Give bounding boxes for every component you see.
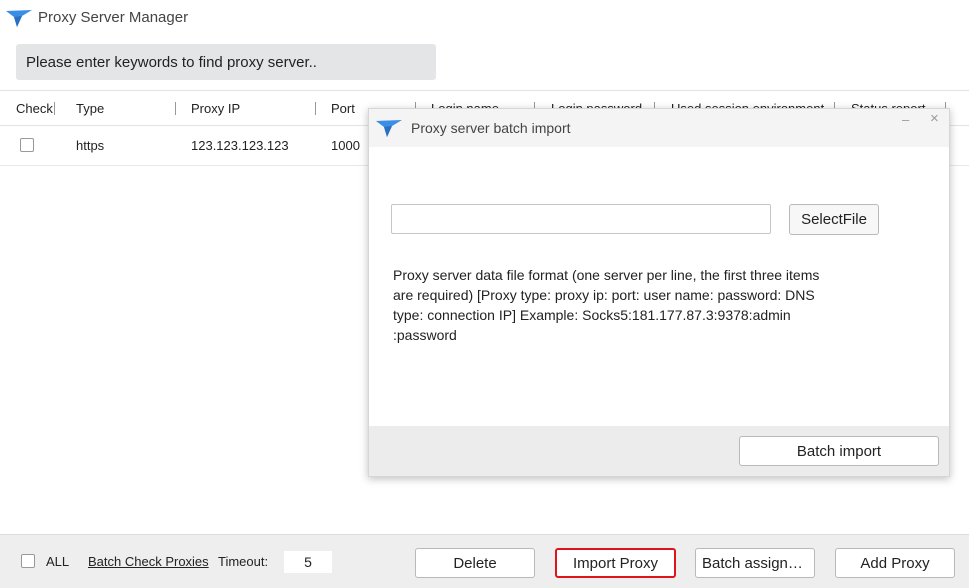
column-header-port[interactable]: Port: [331, 101, 355, 116]
app-titlebar: Proxy Server Manager: [0, 0, 969, 36]
file-path-input[interactable]: [391, 204, 771, 234]
column-separator[interactable]: [54, 102, 55, 115]
bird-logo-icon: [6, 10, 32, 27]
batch-import-dialog: Proxy server batch import – × SelectFile…: [368, 108, 950, 477]
column-separator[interactable]: [315, 102, 316, 115]
select-all-checkbox[interactable]: [21, 554, 35, 568]
format-description: Proxy server data file format (one serve…: [393, 267, 820, 343]
batch-import-button[interactable]: Batch import: [739, 436, 939, 466]
select-file-button[interactable]: SelectFile: [789, 204, 879, 235]
batch-assignment-button[interactable]: Batch assignm...: [695, 548, 815, 578]
column-header-type[interactable]: Type: [76, 101, 104, 116]
minimize-icon[interactable]: –: [902, 112, 909, 127]
add-proxy-button[interactable]: Add Proxy: [835, 548, 955, 578]
row-type: https: [76, 138, 105, 153]
select-all-label: ALL: [46, 554, 70, 569]
app-title: Proxy Server Manager: [38, 9, 189, 26]
row-checkbox[interactable]: [20, 138, 34, 152]
dialog-titlebar[interactable]: Proxy server batch import – ×: [369, 109, 949, 147]
search-input[interactable]: [16, 44, 436, 80]
row-proxy-ip: 123.123.123.123: [191, 138, 289, 153]
dialog-footer: Batch import: [369, 426, 949, 476]
row-port: 1000: [331, 138, 360, 153]
bottom-toolbar: ALL Batch Check Proxies Timeout: Delete …: [0, 534, 969, 588]
timeout-label: Timeout:: [218, 554, 269, 569]
timeout-input[interactable]: [284, 551, 332, 573]
column-header-proxy-ip[interactable]: Proxy IP: [191, 101, 240, 116]
bird-logo-icon: [376, 120, 402, 137]
column-separator[interactable]: [175, 102, 176, 115]
batch-check-proxies-link[interactable]: Batch Check Proxies: [88, 554, 209, 569]
dialog-title: Proxy server batch import: [411, 120, 571, 136]
import-proxy-button[interactable]: Import Proxy: [555, 548, 676, 578]
close-icon[interactable]: ×: [930, 110, 939, 127]
delete-button[interactable]: Delete: [415, 548, 535, 578]
column-header-check[interactable]: Check: [16, 101, 53, 116]
